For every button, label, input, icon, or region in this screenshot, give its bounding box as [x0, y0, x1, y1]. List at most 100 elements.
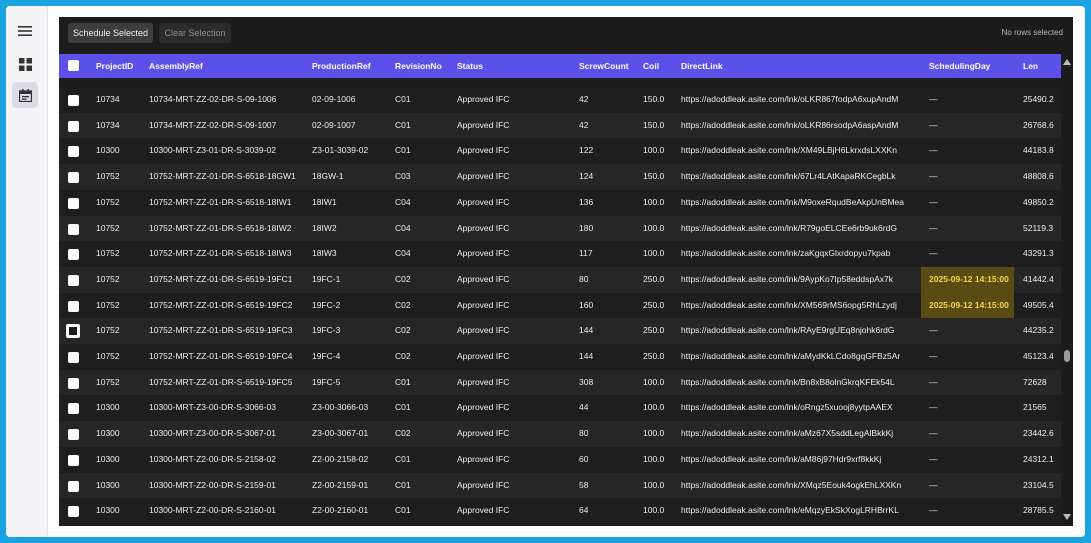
- row-checkbox[interactable]: [68, 352, 79, 363]
- column-header-coil[interactable]: Coil: [643, 54, 659, 78]
- row-checkbox[interactable]: [68, 403, 79, 415]
- scroll-up-arrow-icon[interactable]: [1063, 59, 1071, 65]
- dashboard-nav-button[interactable]: [12, 51, 38, 77]
- row-checkbox[interactable]: [68, 300, 79, 312]
- hamburger-menu-icon: [18, 26, 32, 36]
- column-header-status[interactable]: Status: [457, 54, 483, 78]
- vertical-scrollbar[interactable]: [1061, 54, 1073, 526]
- cell-revision-no: C02: [395, 273, 411, 284]
- cell-direct-link[interactable]: https://adoddleak.asite.com/lnk/aMz67X5s…: [681, 421, 893, 447]
- row-checkbox[interactable]: [68, 197, 79, 209]
- cell-project-id: 10752: [96, 248, 120, 259]
- cell-assembly-ref: 10752-MRT-ZZ-01-DR-S-6518-18IW2: [149, 222, 292, 233]
- grid-icon: [18, 57, 32, 71]
- schedule-selected-button[interactable]: Schedule Selected: [68, 23, 153, 43]
- cell-len: 41442.4: [1023, 273, 1054, 284]
- cell-direct-link[interactable]: https://adoddleak.asite.com/lnk/oRngz5xu…: [681, 395, 893, 421]
- column-header-len[interactable]: Len: [1023, 54, 1038, 78]
- table-row[interactable]: 10734 10734-MRT-ZZ-02-DR-S-09-1007 02-09-1…: [59, 112, 1061, 139]
- row-checkbox[interactable]: [68, 249, 79, 261]
- cell-screw-count: 58: [579, 479, 589, 490]
- cell-scheduling-day: —: [929, 248, 938, 259]
- row-checkbox[interactable]: [68, 172, 79, 184]
- cell-project-id: 10300: [96, 402, 120, 413]
- cell-scheduling-day: —: [929, 196, 938, 207]
- cell-project-id: 10300: [96, 145, 120, 156]
- table-row[interactable]: 10752 10752-MRT-ZZ-01-DR-S-6518-18IW3 18IW…: [59, 241, 1061, 267]
- row-checkbox[interactable]: [68, 274, 79, 286]
- table-row[interactable]: 10300 10300-MRT-Z3-01-DR-S-3039-02 Z3-01-3…: [59, 138, 1061, 165]
- row-checkbox[interactable]: [68, 454, 79, 466]
- row-checkbox[interactable]: [68, 95, 79, 106]
- select-all-checkbox[interactable]: [68, 60, 79, 71]
- cell-status: Approved IFC: [457, 196, 510, 207]
- cell-direct-link[interactable]: https://adoddleak.asite.com/lnk/aMydKkLC…: [681, 344, 900, 370]
- cell-assembly-ref: 10752-MRT-ZZ-01-DR-S-6519-19FC4: [149, 351, 293, 361]
- column-header-scheduling-day[interactable]: SchedulingDay: [929, 54, 990, 78]
- row-checkbox[interactable]: [68, 480, 79, 492]
- cell-revision-no: C04: [395, 196, 411, 207]
- cell-direct-link[interactable]: https://adoddleak.asite.com/lnk/aM86j97H…: [681, 447, 881, 473]
- table-row[interactable]: 10752 10752-MRT-ZZ-01-DR-S-6518-18IW2 18IW…: [59, 215, 1061, 242]
- cell-revision-no: C02: [395, 299, 411, 310]
- menu-button[interactable]: [12, 18, 38, 44]
- cell-scheduling-day: —: [929, 351, 938, 361]
- row-checkbox[interactable]: [68, 506, 79, 518]
- cell-direct-link[interactable]: https://adoddleak.asite.com/lnk/oLKR86rs…: [681, 113, 898, 139]
- column-header-screw-count[interactable]: ScrewCount: [579, 54, 629, 78]
- cell-direct-link[interactable]: https://adoddleak.asite.com/lnk/XM49LBjH…: [681, 138, 897, 164]
- table-row[interactable]: 10752 10752-MRT-ZZ-01-DR-S-6519-19FC5 19FC…: [59, 369, 1061, 396]
- cell-status: Approved IFC: [457, 248, 510, 259]
- table-row[interactable]: 10300 10300-MRT-Z3-00-DR-S-3066-03 Z3-00-3…: [59, 395, 1061, 422]
- table-row[interactable]: 10752 10752-MRT-ZZ-01-DR-S-6518-18GW1 18GW…: [59, 164, 1061, 190]
- column-header-project-id[interactable]: ProjectID: [96, 54, 133, 78]
- row-checkbox[interactable]: [68, 377, 79, 389]
- row-checkbox[interactable]: [68, 120, 79, 132]
- table-row[interactable]: 10752 10752-MRT-ZZ-01-DR-S-6519-19FC2 19FC…: [59, 292, 1061, 319]
- row-checkbox[interactable]: [68, 223, 79, 235]
- cell-coil: 100.0: [643, 453, 665, 464]
- cell-revision-no: C02: [395, 351, 411, 361]
- cell-direct-link[interactable]: https://adoddleak.asite.com/lnk/9AypKo7I…: [681, 267, 893, 293]
- cell-direct-link[interactable]: https://adoddleak.asite.com/lnk/Bn8xB8ol…: [681, 370, 895, 396]
- table-row[interactable]: 10752 10752-MRT-ZZ-01-DR-S-6519-19FC4 19FC…: [59, 344, 1061, 370]
- table-row[interactable]: 10752 10752-MRT-ZZ-01-DR-S-6518-18IW1 18IW…: [59, 189, 1061, 216]
- row-checkbox[interactable]: [68, 146, 79, 158]
- cell-revision-no: C03: [395, 171, 411, 182]
- selection-status: No rows selected: [1001, 28, 1063, 37]
- column-header-assembly-ref[interactable]: AssemblyRef: [149, 54, 203, 78]
- cell-assembly-ref: 10300-MRT-Z2-00-DR-S-2160-01: [149, 505, 276, 516]
- cell-direct-link[interactable]: https://adoddleak.asite.com/lnk/RAyE9rgU…: [681, 318, 894, 344]
- table-row[interactable]: 10300 10300-MRT-Z2-00-DR-S-2159-01 Z2-00-2…: [59, 472, 1061, 499]
- table-row[interactable]: 10300 10300-MRT-Z2-00-DR-S-2160-01 Z2-00-2…: [59, 498, 1061, 524]
- table-row[interactable]: 10734 10734-MRT-ZZ-02-DR-S-09-1006 02-09-1…: [59, 87, 1061, 113]
- clear-selection-button[interactable]: Clear Selection: [159, 23, 231, 43]
- row-checkbox[interactable]: [66, 324, 80, 339]
- table-row[interactable]: 10300 10300-MRT-Z2-00-DR-S-2158-02 Z2-00-2…: [59, 446, 1061, 473]
- cell-len: 26768.6: [1023, 119, 1054, 130]
- scrollbar-thumb[interactable]: [1064, 350, 1070, 362]
- column-header-production-ref[interactable]: ProductionRef: [312, 54, 371, 78]
- cell-production-ref: Z2-00-2158-02: [312, 453, 369, 464]
- cell-status: Approved IFC: [457, 145, 510, 156]
- row-checkbox[interactable]: [68, 429, 79, 441]
- column-header-direct-link[interactable]: DirectLink: [681, 54, 723, 78]
- cell-direct-link[interactable]: https://adoddleak.asite.com/lnk/67Lr4LAt…: [681, 164, 896, 190]
- cell-assembly-ref: 10752-MRT-ZZ-01-DR-S-6519-19FC1: [149, 273, 293, 284]
- cell-direct-link[interactable]: https://adoddleak.asite.com/lnk/oLKR867f…: [681, 87, 898, 113]
- grid-body: 10734 10734-MRT-ZZ-02-DR-S-09-1006 02-09-1…: [59, 78, 1061, 526]
- cell-direct-link[interactable]: https://adoddleak.asite.com/lnk/zaKgqxGl…: [681, 241, 890, 267]
- table-row[interactable]: 10752 10752-MRT-ZZ-01-DR-S-6519-19FC1 19FC…: [59, 266, 1061, 293]
- table-row[interactable]: 10752 10752-MRT-ZZ-01-DR-S-6519-19FC3 19FC…: [59, 318, 1061, 344]
- cell-direct-link[interactable]: https://adoddleak.asite.com/lnk/XMqz5Eou…: [681, 473, 901, 499]
- schedule-nav-button[interactable]: [12, 82, 38, 108]
- scroll-down-arrow-icon[interactable]: [1063, 514, 1071, 520]
- cell-status: Approved IFC: [457, 428, 510, 439]
- cell-direct-link[interactable]: https://adoddleak.asite.com/lnk/M9oxeRqu…: [681, 190, 904, 216]
- cell-direct-link[interactable]: https://adoddleak.asite.com/lnk/XM569rMS…: [681, 293, 897, 319]
- cell-direct-link[interactable]: https://adoddleak.asite.com/lnk/R79goELC…: [681, 216, 897, 242]
- cell-direct-link[interactable]: https://adoddleak.asite.com/lnk/eMqzyEkS…: [681, 498, 899, 524]
- column-header-revision-no[interactable]: RevisionNo: [395, 54, 442, 78]
- table-row[interactable]: 10300 10300-MRT-Z3-00-DR-S-3067-01 Z3-00-3…: [59, 421, 1061, 447]
- cell-screw-count: 136: [579, 196, 594, 207]
